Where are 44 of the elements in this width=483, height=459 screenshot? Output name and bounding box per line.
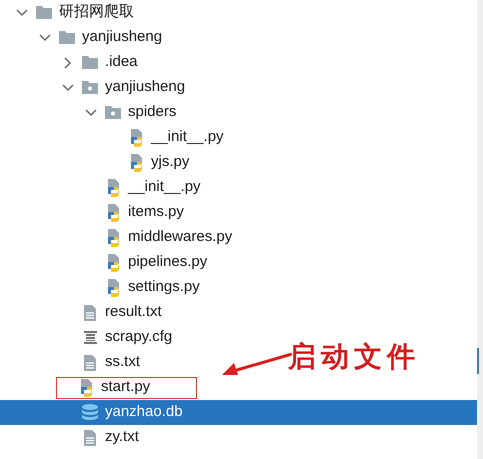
- tree-item-label[interactable]: __init__.py: [151, 126, 224, 149]
- scrollbar-thumb[interactable]: [477, 348, 479, 374]
- tree-item-label[interactable]: spiders: [128, 101, 176, 124]
- tree-item-label[interactable]: .idea: [105, 51, 138, 74]
- annotation-text: 启动文件: [288, 339, 420, 375]
- selected-row[interactable]: yanzhao.db: [0, 400, 477, 425]
- chevron-down-icon[interactable]: [62, 84, 74, 92]
- tree-item-label[interactable]: yanzhao.db: [105, 401, 183, 424]
- chevron-down-icon[interactable]: [16, 8, 28, 16]
- database-icon: [81, 404, 99, 422]
- folder-icon: [36, 6, 52, 19]
- tree-item-label[interactable]: settings.py: [128, 276, 200, 299]
- python-file-icon: [105, 254, 121, 272]
- tree-item-label[interactable]: ss.txt: [105, 351, 140, 374]
- tree-item-label[interactable]: start.py: [101, 376, 150, 399]
- chevron-down-icon[interactable]: [39, 34, 51, 42]
- python-file-icon: [105, 178, 121, 196]
- python-file-icon: [128, 154, 144, 172]
- chevron-right-icon[interactable]: [64, 56, 72, 68]
- python-file-icon: [105, 228, 121, 246]
- config-file-icon: [84, 331, 96, 344]
- folder-icon: [82, 81, 98, 94]
- folder-icon: [59, 31, 75, 44]
- tree-item-label[interactable]: scrapy.cfg: [105, 326, 172, 349]
- text-file-icon: [84, 354, 96, 370]
- tree-item-label[interactable]: middlewares.py: [128, 226, 232, 249]
- tree-item-label[interactable]: yanjiusheng: [82, 26, 162, 49]
- chevron-down-icon[interactable]: [85, 108, 97, 116]
- python-file-icon: [105, 278, 121, 296]
- tree-item-label[interactable]: __init__.py: [128, 176, 201, 199]
- text-file-icon: [84, 430, 96, 446]
- python-file-icon: [78, 378, 94, 396]
- python-file-icon: [105, 204, 121, 222]
- tree-item-label[interactable]: items.py: [128, 201, 184, 224]
- text-file-icon: [84, 304, 96, 320]
- tree-item-label[interactable]: pipelines.py: [128, 251, 208, 274]
- tree-item-label[interactable]: yjs.py: [151, 151, 190, 174]
- folder-icon: [105, 106, 121, 119]
- python-file-icon: [128, 128, 144, 146]
- tree-item-label[interactable]: yanjiusheng: [105, 76, 186, 99]
- folder-icon: [82, 56, 98, 69]
- tree-item-label[interactable]: zy.txt: [105, 426, 139, 449]
- tree-item-label[interactable]: 研招网爬取: [59, 1, 134, 24]
- tree-item-label[interactable]: result.txt: [105, 301, 162, 324]
